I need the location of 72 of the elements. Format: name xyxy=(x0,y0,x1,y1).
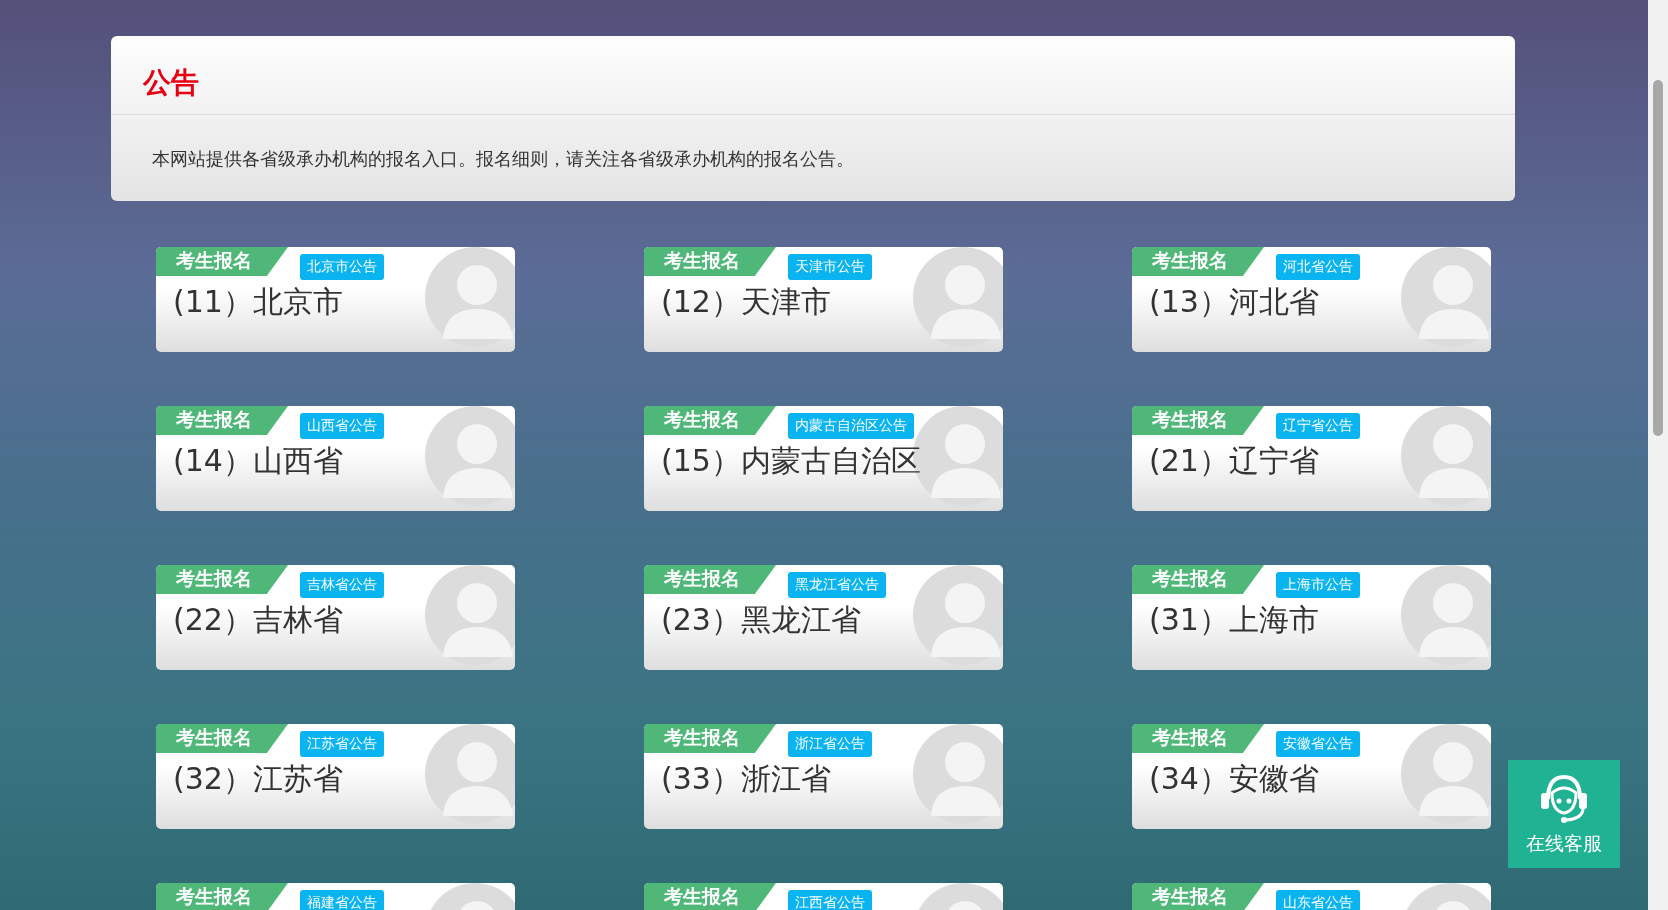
announcement-tag[interactable]: 内蒙古自治区公告 xyxy=(788,413,914,439)
province-card[interactable]: 考生报名 上海市公告 (31）上海市 xyxy=(1132,565,1491,670)
province-title: (13）河北省 xyxy=(1148,283,1320,321)
scrollbar[interactable] xyxy=(1648,0,1668,910)
registration-badge: 考生报名 xyxy=(156,247,288,276)
province-title: (33）浙江省 xyxy=(660,760,832,798)
province-title: (23）黑龙江省 xyxy=(660,601,862,639)
registration-badge: 考生报名 xyxy=(1132,565,1264,594)
province-card[interactable]: 考生报名 内蒙古自治区公告 (15）内蒙古自治区 xyxy=(644,406,1003,511)
avatar-icon xyxy=(913,565,1003,665)
avatar-icon xyxy=(1401,565,1491,665)
province-title: (31）上海市 xyxy=(1148,601,1320,639)
province-card[interactable]: 考生报名 江苏省公告 (32）江苏省 xyxy=(156,724,515,829)
announcement-tag[interactable]: 江苏省公告 xyxy=(300,731,384,757)
announcement-tag[interactable]: 吉林省公告 xyxy=(300,572,384,598)
province-title: (34）安徽省 xyxy=(1148,760,1320,798)
registration-badge: 考生报名 xyxy=(1132,406,1264,435)
avatar-icon xyxy=(425,724,515,824)
registration-badge: 考生报名 xyxy=(156,724,288,753)
registration-badge: 考生报名 xyxy=(1132,883,1264,910)
province-title: (32）江苏省 xyxy=(172,760,344,798)
province-title: (14）山西省 xyxy=(172,442,344,480)
announcement-tag[interactable]: 河北省公告 xyxy=(1276,254,1360,280)
registration-badge: 考生报名 xyxy=(1132,247,1264,276)
registration-badge: 考生报名 xyxy=(644,406,776,435)
registration-badge: 考生报名 xyxy=(644,883,776,910)
province-card[interactable]: 考生报名 吉林省公告 (22）吉林省 xyxy=(156,565,515,670)
registration-badge: 考生报名 xyxy=(644,724,776,753)
province-card[interactable]: 考生报名 黑龙江省公告 (23）黑龙江省 xyxy=(644,565,1003,670)
announcement-tag[interactable]: 福建省公告 xyxy=(300,890,384,910)
avatar-icon xyxy=(913,247,1003,347)
registration-badge: 考生报名 xyxy=(156,406,288,435)
province-card[interactable]: 考生报名 河北省公告 (13）河北省 xyxy=(1132,247,1491,352)
province-card[interactable]: 考生报名 浙江省公告 (33）浙江省 xyxy=(644,724,1003,829)
province-card[interactable]: 考生报名 山东省公告 xyxy=(1132,883,1491,910)
province-card[interactable]: 考生报名 辽宁省公告 (21）辽宁省 xyxy=(1132,406,1491,511)
province-card[interactable]: 考生报名 天津市公告 (12）天津市 xyxy=(644,247,1003,352)
avatar-icon xyxy=(1401,247,1491,347)
announcement-tag[interactable]: 北京市公告 xyxy=(300,254,384,280)
announcement-tag[interactable]: 上海市公告 xyxy=(1276,572,1360,598)
avatar-icon xyxy=(425,247,515,347)
province-title: (12）天津市 xyxy=(660,283,832,321)
province-card[interactable]: 考生报名 安徽省公告 (34）安徽省 xyxy=(1132,724,1491,829)
announcement-tag[interactable]: 天津市公告 xyxy=(788,254,872,280)
province-card[interactable]: 考生报名 北京市公告 (11）北京市 xyxy=(156,247,515,352)
province-title: (11）北京市 xyxy=(172,283,344,321)
announcement-tag[interactable]: 黑龙江省公告 xyxy=(788,572,886,598)
registration-badge: 考生报名 xyxy=(156,883,288,910)
announcement-tag[interactable]: 山东省公告 xyxy=(1276,890,1360,910)
avatar-icon xyxy=(425,406,515,506)
notice-text: 本网站提供各省级承办机构的报名入口。报名细则，请关注各省级承办机构的报名公告。 xyxy=(152,148,854,169)
province-title: (22）吉林省 xyxy=(172,601,344,639)
announcement-tag[interactable]: 浙江省公告 xyxy=(788,731,872,757)
province-card[interactable]: 考生报名 福建省公告 xyxy=(156,883,515,910)
notice-title: 公告 xyxy=(143,66,199,99)
announcement-tag[interactable]: 安徽省公告 xyxy=(1276,731,1360,757)
avatar-icon xyxy=(1401,724,1491,824)
avatar-icon xyxy=(425,565,515,665)
registration-badge: 考生报名 xyxy=(644,565,776,594)
province-title: (15）内蒙古自治区 xyxy=(660,442,922,480)
announcement-tag[interactable]: 辽宁省公告 xyxy=(1276,413,1360,439)
avatar-icon xyxy=(1401,406,1491,506)
online-service-button[interactable]: 在线客服 xyxy=(1508,760,1620,868)
announcement-tag[interactable]: 江西省公告 xyxy=(788,890,872,910)
registration-badge: 考生报名 xyxy=(1132,724,1264,753)
province-card[interactable]: 考生报名 江西省公告 xyxy=(644,883,1003,910)
announcement-tag[interactable]: 山西省公告 xyxy=(300,413,384,439)
province-title: (21）辽宁省 xyxy=(1148,442,1320,480)
registration-badge: 考生报名 xyxy=(644,247,776,276)
registration-badge: 考生报名 xyxy=(156,565,288,594)
avatar-icon xyxy=(913,724,1003,824)
province-card[interactable]: 考生报名 山西省公告 (14）山西省 xyxy=(156,406,515,511)
